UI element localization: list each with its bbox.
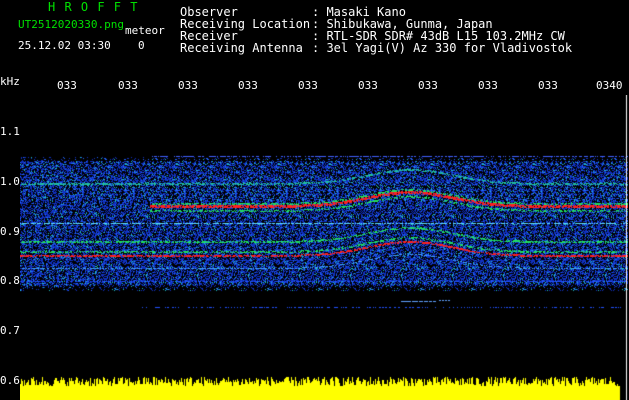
header: H R O F F T UT2512020330.png meteor 25.1… [0,0,629,72]
y-tick: 0.9 [0,225,20,238]
x-tick: 033 [178,79,198,92]
label-antenna: Receiving Antenna [180,41,303,55]
y-tick: 1.1 [0,125,20,138]
hrofft-logo: H R O F F T [48,0,139,14]
x-tick: 033 [57,79,77,92]
y-tick: 0.6 [0,374,20,387]
y-tick: 0.7 [0,324,20,337]
spectrogram [20,95,628,400]
y-tick: 1.0 [0,175,20,188]
echo-count: 0 [138,39,145,52]
x-tick: 033 [118,79,138,92]
y-tick: 0.8 [0,274,20,287]
y-unit-label: kHz [0,75,20,88]
x-tick: 033 [478,79,498,92]
x-tick: 033 [358,79,378,92]
filename: UT2512020330.png [18,18,124,31]
x-tick: 033 [538,79,558,92]
value-antenna: : 3el Yagi(V) Az 330 for Vladivostok [312,41,573,55]
datetime: 25.12.02 03:30 [18,39,111,52]
x-tick: 033 [238,79,258,92]
x-tick: 0340 [596,79,623,92]
x-tick: 033 [298,79,318,92]
x-tick: 033 [418,79,438,92]
observation-type: meteor [125,24,165,37]
